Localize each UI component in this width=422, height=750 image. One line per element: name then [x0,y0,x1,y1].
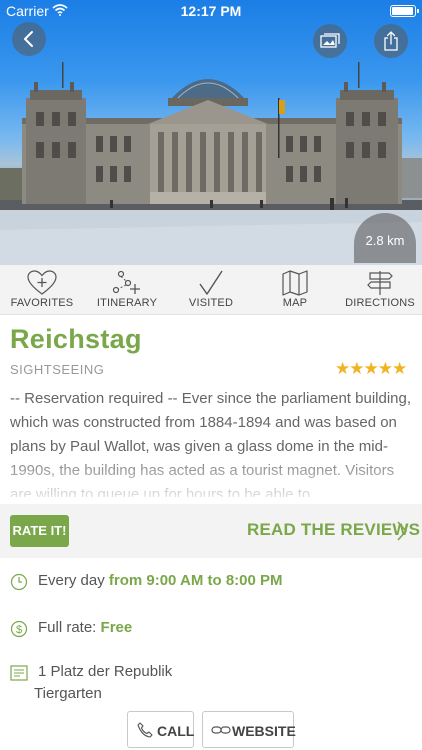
share-button[interactable] [374,24,408,58]
hero-image: Carrier 12:17 PM 2.8 km [0,0,422,265]
directions-button[interactable]: DIRECTIONS [338,265,422,315]
chevron-left-icon [24,31,33,47]
clock-icon [10,573,28,591]
website-label: WEBSITE [232,723,296,739]
itinerary-label: ITINERARY [96,297,158,309]
place-category: SIGHTSEEING [10,362,105,377]
signpost-icon [367,271,393,295]
route-plus-icon [112,270,140,294]
hours-text: Every day from 9:00 AM to 8:00 PM [38,572,283,589]
visited-label: VISITED [188,297,234,309]
map-button[interactable]: MAP [253,265,337,315]
photo-gallery-icon [320,33,340,48]
rate-value: Free [100,619,133,636]
dollar-icon: $ [10,620,28,638]
read-reviews-link[interactable]: READ THE REVIEWS [247,520,420,540]
itinerary-button[interactable]: ITINERARY [85,265,169,315]
description-fade[interactable] [0,450,422,505]
phone-icon [137,722,153,738]
svg-text:$: $ [16,624,22,636]
battery-icon [390,5,419,17]
rate-label: Full rate: [38,619,97,636]
status-bar: Carrier 12:17 PM [0,0,422,22]
back-button[interactable] [12,22,46,56]
directions-label: DIRECTIONS [345,297,415,309]
address-line1: 1 Platz der Republik [38,663,173,680]
clock-time: 12:17 PM [180,3,242,19]
favorites-button[interactable]: FAVORITES [0,265,84,315]
hours-prefix: Every day [38,572,105,589]
map-label: MAP [282,297,308,309]
website-button[interactable]: WEBSITE [202,711,296,748]
share-icon [384,31,398,51]
action-bar: FAVORITES ITINERARY VISITED MAP DIRECTIO… [0,265,422,315]
heart-plus-icon [27,270,57,295]
rating-stars: ★★★★★ [335,359,407,378]
hours-range: from 9:00 AM to 8:00 PM [108,572,283,589]
favorites-label: FAVORITES [10,297,74,309]
gallery-button[interactable] [313,24,347,58]
address-card-icon [10,665,28,681]
price-text: Full rate: Free [38,619,132,636]
link-icon [211,726,231,734]
map-icon [282,270,308,296]
rating-bar: RATE IT! READ THE REVIEWS [0,504,422,558]
call-label: CALL [157,723,195,739]
place-title: Reichstag [10,324,142,354]
chevron-right-icon[interactable] [396,520,408,542]
rate-it-button[interactable]: RATE IT! [10,515,69,547]
call-button[interactable]: CALL [127,711,194,748]
visited-button[interactable]: VISITED [169,265,253,315]
address-line2: Tiergarten [34,685,102,702]
checkmark-icon [199,270,223,295]
